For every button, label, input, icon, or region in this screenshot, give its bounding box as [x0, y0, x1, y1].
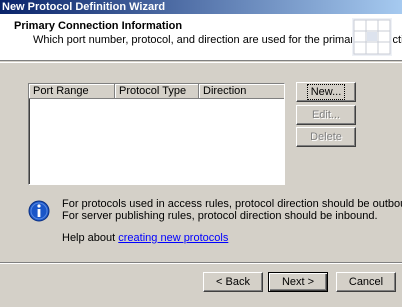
- info-message: For protocols used in access rules, prot…: [62, 198, 402, 222]
- bottom-divider: [0, 262, 402, 264]
- new-button-label: New...: [306, 84, 346, 100]
- back-button-label: < Back: [216, 276, 250, 288]
- info-icon: [28, 200, 50, 222]
- cancel-button-label: Cancel: [348, 276, 384, 288]
- wizard-header: Primary Connection Information Which por…: [0, 14, 402, 61]
- wizard-banner-icon: [352, 18, 392, 56]
- cancel-button[interactable]: Cancel: [336, 272, 396, 292]
- wizard-window: New Protocol Definition Wizard Primary C…: [0, 0, 402, 307]
- protocol-list[interactable]: Port Range Protocol Type Direction: [28, 83, 285, 185]
- help-prefix: Help about: [62, 232, 119, 244]
- column-header-protocol-type[interactable]: Protocol Type: [115, 84, 199, 99]
- header-divider: [0, 62, 402, 63]
- list-header: Port Range Protocol Type Direction: [29, 84, 284, 99]
- edit-button-label: Edit...: [311, 109, 341, 121]
- help-line: Help about creating new protocols: [62, 232, 228, 244]
- page-title: Primary Connection Information: [14, 20, 183, 32]
- next-button[interactable]: Next >: [268, 272, 328, 292]
- window-title: New Protocol Definition Wizard: [2, 1, 166, 13]
- title-bar[interactable]: New Protocol Definition Wizard: [0, 0, 402, 14]
- delete-button[interactable]: Delete: [296, 127, 356, 147]
- column-header-direction[interactable]: Direction: [199, 84, 284, 99]
- new-button[interactable]: New...: [296, 82, 356, 102]
- next-button-label: Next >: [281, 276, 315, 288]
- back-button[interactable]: < Back: [203, 272, 263, 292]
- info-line-2: For server publishing rules, protocol di…: [62, 210, 378, 222]
- help-link[interactable]: creating new protocols: [118, 232, 228, 244]
- delete-button-label: Delete: [310, 131, 342, 143]
- edit-button[interactable]: Edit...: [296, 105, 356, 125]
- page-subtitle: Which port number, protocol, and directi…: [33, 34, 402, 46]
- info-line-1: For protocols used in access rules, prot…: [62, 198, 402, 210]
- column-header-port-range[interactable]: Port Range: [29, 84, 115, 99]
